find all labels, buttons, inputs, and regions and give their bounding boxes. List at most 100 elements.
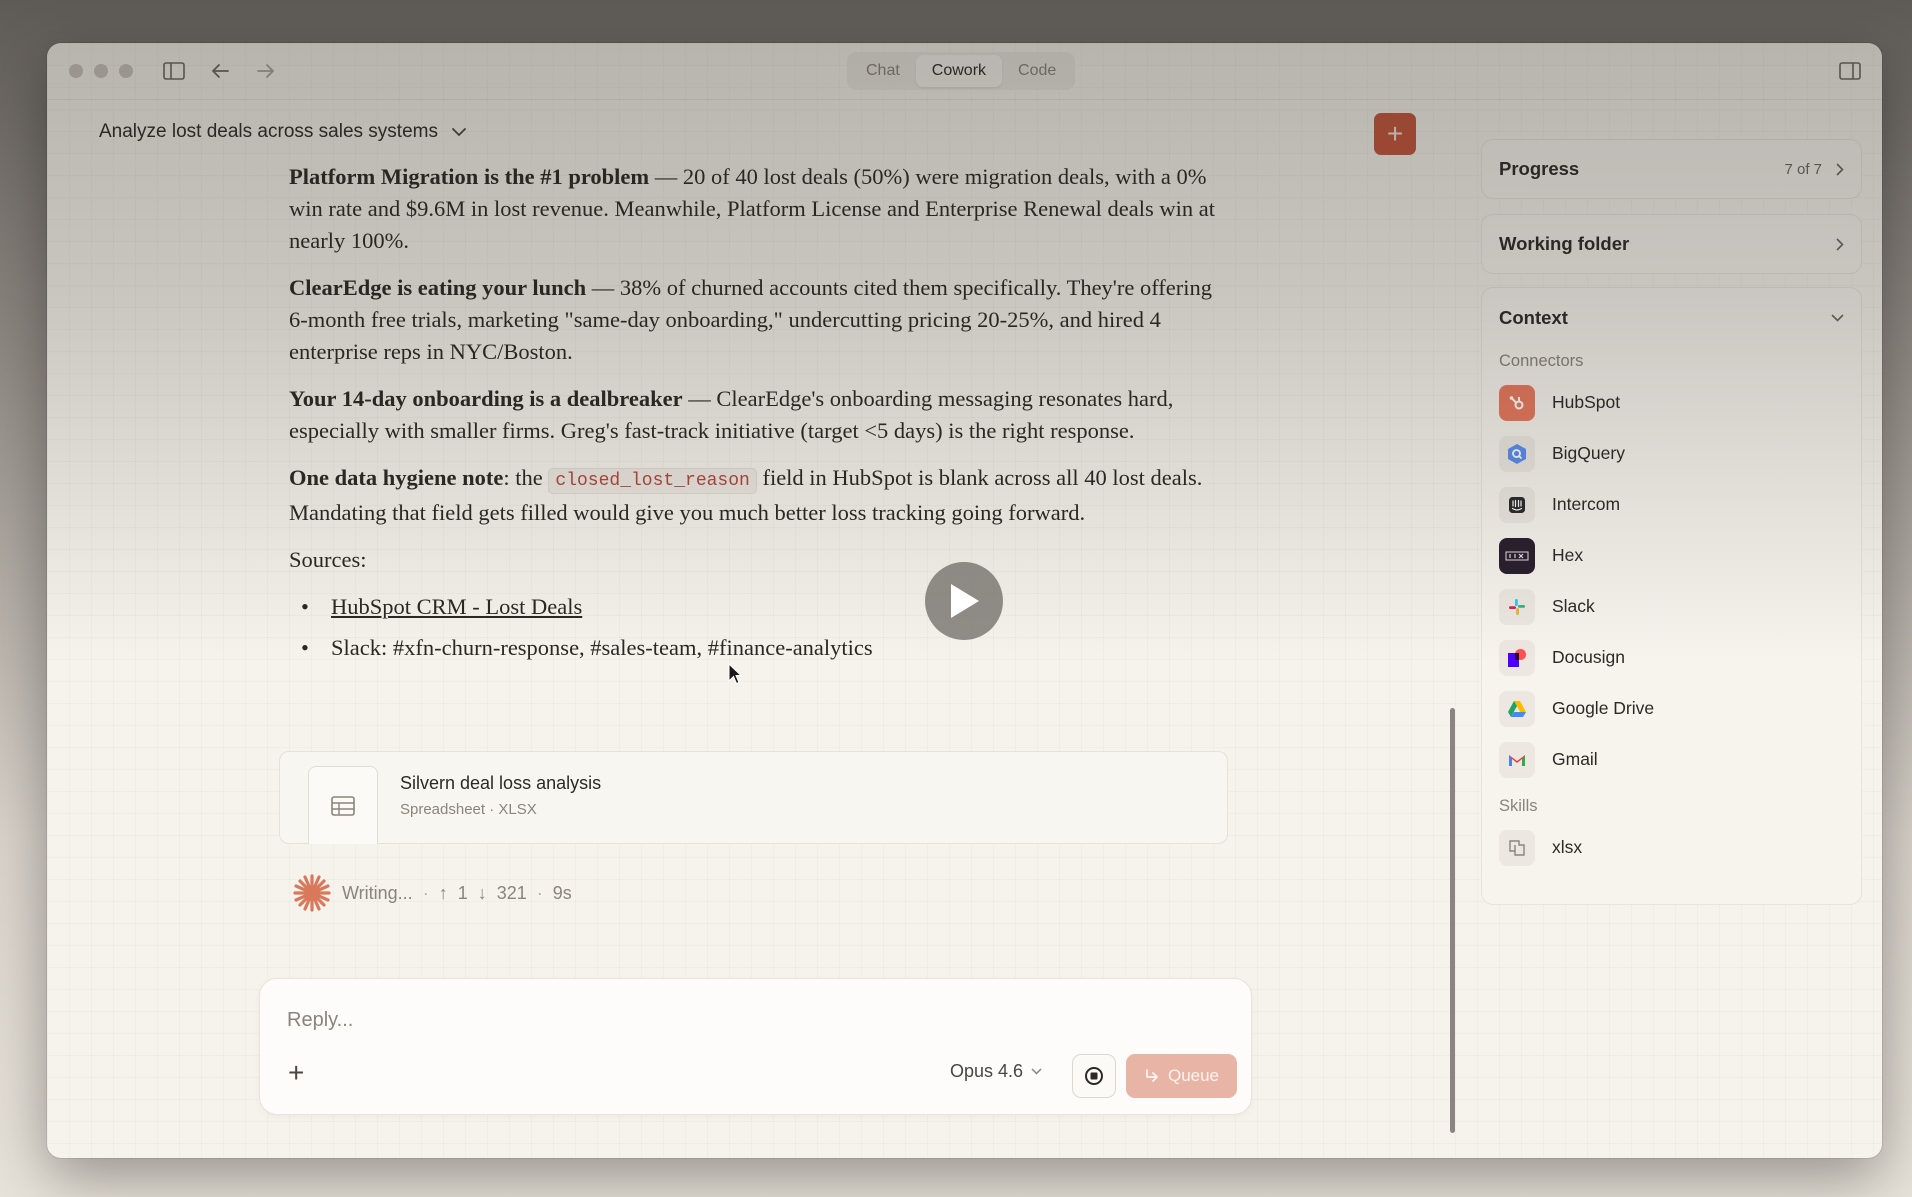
model-selector[interactable]: Opus 4.6 xyxy=(950,1061,1042,1082)
assistant-message: Platform Migration is the #1 problem — 2… xyxy=(289,161,1229,673)
reply-composer: Reply... + Opus 4.6 Queue xyxy=(259,978,1252,1115)
queue-label: Queue xyxy=(1167,1066,1220,1085)
reply-input[interactable]: Reply... xyxy=(287,1009,353,1032)
right-panel-toggle-icon[interactable] xyxy=(1836,57,1864,85)
progress-count: 7 of 7 xyxy=(1784,160,1822,178)
chevron-down-icon xyxy=(1031,1068,1042,1075)
skills-label: Skills xyxy=(1499,797,1538,815)
separator-dot: · xyxy=(536,882,543,903)
sidebar-toggle-icon[interactable] xyxy=(160,57,188,85)
sources-label: Sources: xyxy=(289,547,367,572)
close-window-icon[interactable] xyxy=(69,64,83,78)
paragraph-text: : the xyxy=(503,465,549,490)
connector-name: Google Drive xyxy=(1552,698,1655,718)
back-arrow-icon[interactable] xyxy=(206,57,234,85)
connector-name: Hex xyxy=(1552,545,1584,565)
message-paragraph: ClearEdge is eating your lunch — 38% of … xyxy=(289,272,1229,368)
spreadsheet-icon xyxy=(308,766,378,844)
progress-panel[interactable]: Progress 7 of 7 xyxy=(1481,139,1862,199)
stop-button[interactable] xyxy=(1072,1054,1116,1098)
paragraph-heading: ClearEdge is eating your lunch xyxy=(289,275,587,300)
context-header[interactable]: Context xyxy=(1482,288,1861,348)
connector-bigquery[interactable]: BigQuery xyxy=(1482,428,1861,479)
tokens-up: 1 xyxy=(457,882,468,903)
connectors-label: Connectors xyxy=(1499,352,1584,370)
plus-icon: + xyxy=(1386,118,1404,149)
enter-arrow-icon xyxy=(1146,1069,1158,1082)
file-name: Silvern deal loss analysis xyxy=(400,773,602,793)
separator-dot: · xyxy=(422,882,429,903)
elapsed-time: 9s xyxy=(552,882,572,903)
context-label: Context xyxy=(1499,307,1568,328)
connector-name: HubSpot xyxy=(1552,392,1621,412)
connector-hubspot[interactable]: HubSpot xyxy=(1482,377,1861,428)
inline-code: closed_lost_reason xyxy=(548,468,757,494)
file-meta: Spreadsheet · XLSX xyxy=(400,801,537,818)
tab-chat[interactable]: Chat xyxy=(850,55,916,87)
skill-name: xlsx xyxy=(1552,837,1583,857)
tab-cowork[interactable]: Cowork xyxy=(915,55,1003,87)
bigquery-icon xyxy=(1499,435,1535,472)
xlsx-skill-icon xyxy=(1499,829,1535,866)
chevron-down-icon xyxy=(452,127,466,136)
mode-tabs: Chat Cowork Code xyxy=(847,52,1076,90)
connector-name: Intercom xyxy=(1552,494,1621,514)
connector-name: Slack xyxy=(1552,596,1595,616)
skill-xlsx[interactable]: xlsx xyxy=(1482,822,1861,873)
list-item: HubSpot CRM - Lost Deals xyxy=(301,591,1229,623)
maximize-window-icon[interactable] xyxy=(119,64,133,78)
google-drive-icon xyxy=(1499,690,1535,727)
paragraph-heading: Your 14-day onboarding is a dealbreaker xyxy=(289,386,683,411)
paragraph-heading: One data hygiene note xyxy=(289,465,504,490)
new-task-button[interactable]: + xyxy=(1374,113,1416,155)
context-panel: Context Connectors HubSpot BigQuery Inte… xyxy=(1481,287,1862,905)
hubspot-icon xyxy=(1499,384,1535,421)
chevron-right-icon xyxy=(1836,162,1844,176)
play-icon xyxy=(951,584,979,618)
chevron-right-icon xyxy=(1836,237,1844,251)
stop-icon xyxy=(1085,1067,1103,1085)
intercom-icon xyxy=(1499,486,1535,523)
connector-name: Gmail xyxy=(1552,749,1598,769)
hex-icon xyxy=(1499,537,1535,574)
window-controls[interactable] xyxy=(69,64,133,78)
source-link-hubspot[interactable]: HubSpot CRM - Lost Deals xyxy=(331,594,582,619)
message-paragraph: Platform Migration is the #1 problem — 2… xyxy=(289,161,1229,257)
mouse-cursor-icon xyxy=(728,662,743,690)
message-paragraph: One data hygiene note: the closed_lost_r… xyxy=(289,462,1229,529)
docusign-icon xyxy=(1499,639,1535,676)
sources-list: HubSpot CRM - Lost Deals Slack: #xfn-chu… xyxy=(289,591,1229,664)
minimize-window-icon[interactable] xyxy=(94,64,108,78)
connector-name: Docusign xyxy=(1552,647,1625,667)
working-folder-label: Working folder xyxy=(1499,233,1630,254)
file-attachment-card[interactable] xyxy=(279,751,1228,844)
conversation-title[interactable]: Analyze lost deals across sales systems xyxy=(99,121,466,143)
attach-plus-button[interactable]: + xyxy=(288,1057,304,1089)
paragraph-heading: Platform Migration is the #1 problem xyxy=(289,164,650,189)
status-text: Writing... xyxy=(342,882,413,903)
connector-intercom[interactable]: Intercom xyxy=(1482,479,1861,530)
tab-code[interactable]: Code xyxy=(1002,55,1072,87)
arrow-down-icon: ↓ xyxy=(477,882,487,903)
connector-name: BigQuery xyxy=(1552,443,1625,463)
connector-hex[interactable]: Hex xyxy=(1482,530,1861,581)
connector-gmail[interactable]: Gmail xyxy=(1482,734,1861,785)
app-window: Chat Cowork Code Analyze lost deals acro… xyxy=(47,43,1882,1158)
connector-slack[interactable]: Slack xyxy=(1482,581,1861,632)
slack-icon xyxy=(1499,588,1535,625)
working-folder-panel[interactable]: Working folder xyxy=(1481,214,1862,274)
message-paragraph: Your 14-day onboarding is a dealbreaker … xyxy=(289,383,1229,447)
play-button[interactable] xyxy=(925,562,1003,640)
arrow-up-icon: ↑ xyxy=(438,882,448,903)
conversation-title-text: Analyze lost deals across sales systems xyxy=(99,121,438,142)
claude-spark-icon xyxy=(293,874,331,912)
connector-docusign[interactable]: Docusign xyxy=(1482,632,1861,683)
tokens-down: 321 xyxy=(496,882,527,903)
queue-button[interactable]: Queue xyxy=(1126,1054,1237,1098)
forward-arrow-icon[interactable] xyxy=(252,57,280,85)
title-bar: Chat Cowork Code xyxy=(47,43,1882,100)
model-name: Opus 4.6 xyxy=(950,1061,1024,1081)
list-item: Slack: #xfn-churn-response, #sales-team,… xyxy=(301,632,1229,664)
connector-google-drive[interactable]: Google Drive xyxy=(1482,683,1861,734)
scrollbar[interactable] xyxy=(1450,708,1455,1133)
